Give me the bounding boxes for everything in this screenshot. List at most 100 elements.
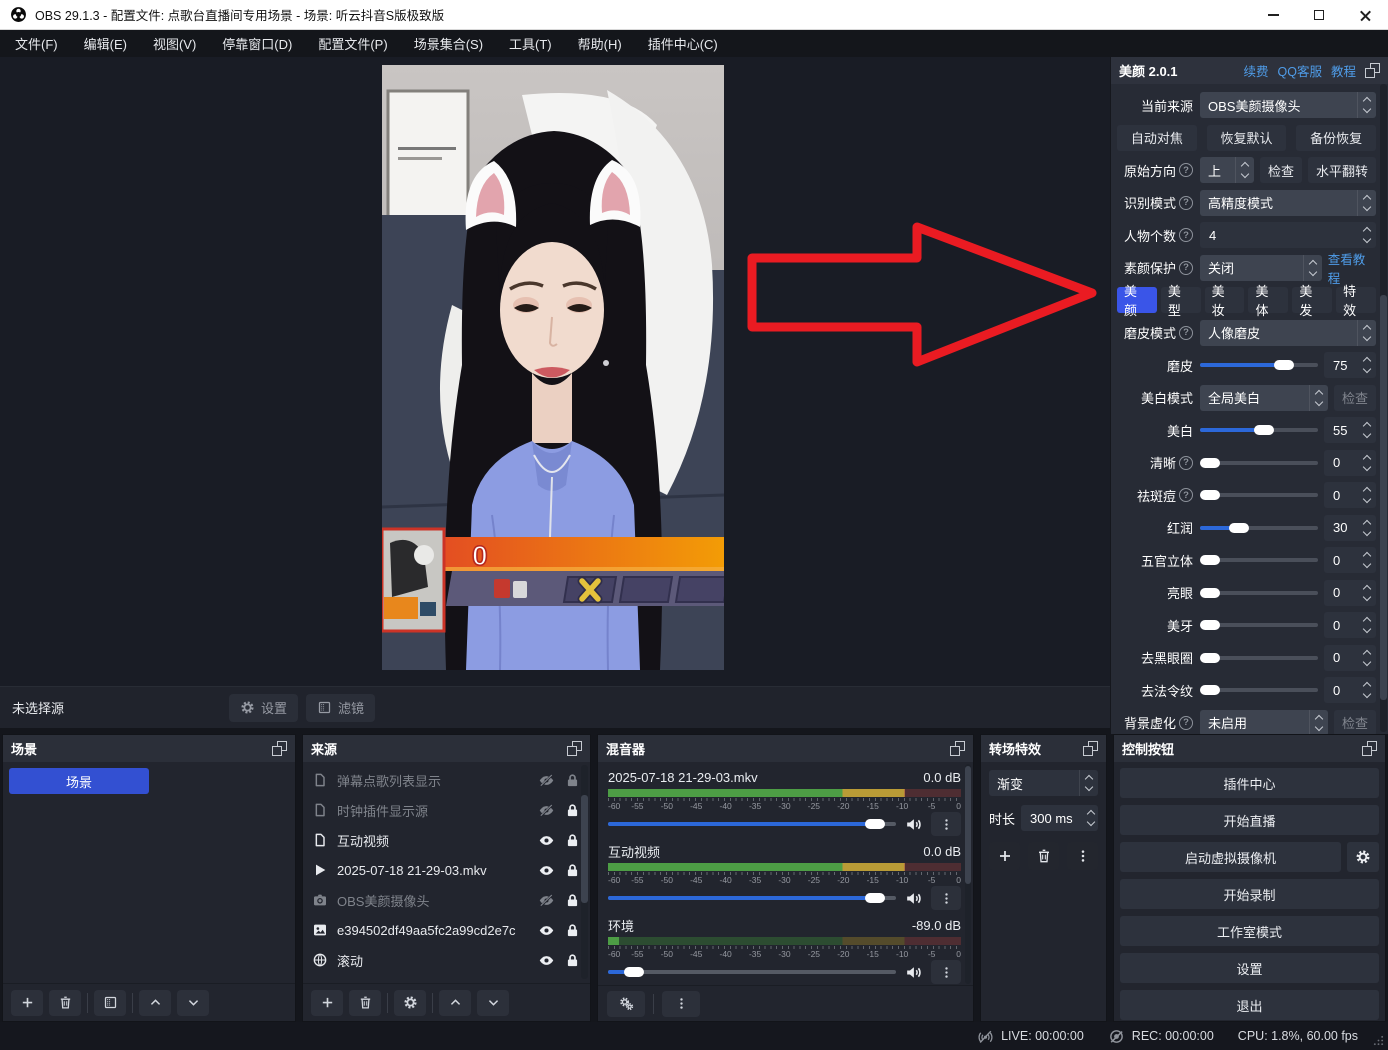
lock-icon[interactable] <box>564 772 581 789</box>
popout-icon[interactable] <box>1083 741 1098 756</box>
scene-filters-button[interactable] <box>94 990 126 1016</box>
mixer-options-button[interactable] <box>662 991 700 1017</box>
slider-handle[interactable] <box>1200 458 1220 468</box>
horizontal-flip-button[interactable]: 水平翻转 <box>1308 157 1376 183</box>
source-properties-button[interactable] <box>394 990 426 1016</box>
speaker-icon[interactable] <box>904 889 923 908</box>
recognition-mode-select[interactable]: 高精度模式 <box>1200 190 1376 216</box>
add-scene-button[interactable] <box>11 990 43 1016</box>
clarity-slider[interactable] <box>1200 450 1318 476</box>
menu-profile[interactable]: 配置文件(P) <box>305 30 400 57</box>
smooth-value-stepper[interactable]: 75 <box>1324 352 1376 378</box>
tutorial-link[interactable]: 教程 <box>1331 61 1356 80</box>
help-icon[interactable] <box>1179 326 1193 340</box>
add-source-button[interactable] <box>311 990 343 1016</box>
slider-handle[interactable] <box>1200 653 1220 663</box>
tab-beauty[interactable]: 美颜 <box>1117 287 1157 313</box>
volume-slider[interactable] <box>608 812 896 836</box>
nasolabial-slider[interactable] <box>1200 677 1318 703</box>
eye-slash-icon[interactable] <box>538 802 555 819</box>
slider-handle[interactable] <box>1200 490 1220 500</box>
eye-slash-icon[interactable] <box>538 892 555 909</box>
channel-options-button[interactable] <box>931 886 961 910</box>
maximize-button[interactable] <box>1296 0 1342 30</box>
slider-handle[interactable] <box>1254 425 1274 435</box>
tab-body[interactable]: 美体 <box>1248 287 1288 313</box>
menu-plugin-center[interactable]: 插件中心(C) <box>635 30 731 57</box>
menu-view[interactable]: 视图(V) <box>140 30 209 57</box>
whiten-check-button[interactable]: 检查 <box>1334 385 1376 411</box>
help-icon[interactable] <box>1179 196 1193 210</box>
slider-handle[interactable] <box>1200 555 1220 565</box>
help-icon[interactable] <box>1179 488 1193 502</box>
plugin-center-button[interactable]: 插件中心 <box>1120 768 1379 798</box>
scene-item-selected[interactable]: 场景 <box>9 768 149 794</box>
source-row[interactable]: 时钟插件显示源 <box>303 795 590 825</box>
slider-handle[interactable] <box>1200 588 1220 598</box>
transition-options-button[interactable] <box>1067 842 1098 870</box>
features-value-stepper[interactable]: 0 <box>1324 547 1376 573</box>
popout-icon[interactable] <box>567 741 582 756</box>
volume-handle[interactable] <box>624 967 644 977</box>
current-source-select[interactable]: OBS美颜摄像头 <box>1200 92 1376 118</box>
help-icon[interactable] <box>1179 456 1193 470</box>
channel-options-button[interactable] <box>931 812 961 836</box>
lock-icon[interactable] <box>564 862 581 879</box>
close-button[interactable] <box>1342 0 1388 30</box>
studio-mode-button[interactable]: 工作室模式 <box>1120 916 1379 946</box>
scene-up-button[interactable] <box>139 990 171 1016</box>
speaker-icon[interactable] <box>904 963 923 982</box>
volume-slider[interactable] <box>608 960 896 984</box>
source-row[interactable]: 弹幕点歌列表显示 <box>303 765 590 795</box>
lock-icon[interactable] <box>564 832 581 849</box>
eye-icon[interactable] <box>538 922 555 939</box>
whiten-value-stepper[interactable]: 55 <box>1324 417 1376 443</box>
channel-options-button[interactable] <box>931 960 961 984</box>
plain-protect-select[interactable]: 关闭 <box>1200 255 1322 281</box>
beauty-scrollbar[interactable] <box>1380 84 1387 732</box>
volume-handle[interactable] <box>865 819 885 829</box>
popout-icon[interactable] <box>950 741 965 756</box>
despeckle-value-stepper[interactable]: 0 <box>1324 482 1376 508</box>
slider-handle[interactable] <box>1274 360 1294 370</box>
bg-blur-check-button[interactable]: 检查 <box>1334 710 1376 736</box>
help-icon[interactable] <box>1179 716 1193 730</box>
bg-blur-select[interactable]: 未启用 <box>1200 710 1328 736</box>
duration-stepper[interactable]: 300 ms <box>1021 805 1098 831</box>
menu-docks[interactable]: 停靠窗口(D) <box>209 30 305 57</box>
dark-circles-value-stepper[interactable]: 0 <box>1324 645 1376 671</box>
qq-support-link[interactable]: QQ客服 <box>1278 61 1322 80</box>
lock-icon[interactable] <box>564 952 581 969</box>
rosy-slider[interactable] <box>1200 515 1318 541</box>
orientation-check-button[interactable]: 检查 <box>1260 157 1302 183</box>
lock-icon[interactable] <box>564 922 581 939</box>
whiten-mode-select[interactable]: 全局美白 <box>1200 385 1328 411</box>
volume-slider[interactable] <box>608 886 896 910</box>
remove-transition-button[interactable] <box>1028 842 1059 870</box>
teeth-slider[interactable] <box>1200 612 1318 638</box>
tab-hair[interactable]: 美发 <box>1292 287 1332 313</box>
tab-effects[interactable]: 特效 <box>1336 287 1376 313</box>
help-icon[interactable] <box>1179 261 1193 275</box>
smooth-mode-select[interactable]: 人像磨皮 <box>1200 320 1376 346</box>
settings-button[interactable]: 设置 <box>1120 953 1379 983</box>
backup-restore-button[interactable]: 备份恢复 <box>1296 125 1376 151</box>
slider-handle[interactable] <box>1229 523 1249 533</box>
slider-handle[interactable] <box>1200 685 1220 695</box>
exit-button[interactable]: 退出 <box>1120 990 1379 1020</box>
menu-scene-collection[interactable]: 场景集合(S) <box>401 30 496 57</box>
smooth-slider[interactable] <box>1200 352 1318 378</box>
reset-default-button[interactable]: 恢复默认 <box>1207 125 1287 151</box>
features-slider[interactable] <box>1200 547 1318 573</box>
popout-icon[interactable] <box>272 741 287 756</box>
sources-scrollbar[interactable] <box>581 765 588 979</box>
teeth-value-stepper[interactable]: 0 <box>1324 612 1376 638</box>
renew-link[interactable]: 续费 <box>1244 61 1269 80</box>
source-down-button[interactable] <box>477 990 509 1016</box>
eye-icon[interactable] <box>538 952 555 969</box>
help-icon[interactable] <box>1179 228 1193 242</box>
scrollbar-thumb[interactable] <box>965 766 971 884</box>
eye-slash-icon[interactable] <box>538 772 555 789</box>
whiten-slider[interactable] <box>1200 417 1318 443</box>
source-row[interactable]: OBS美颜摄像头 <box>303 885 590 915</box>
